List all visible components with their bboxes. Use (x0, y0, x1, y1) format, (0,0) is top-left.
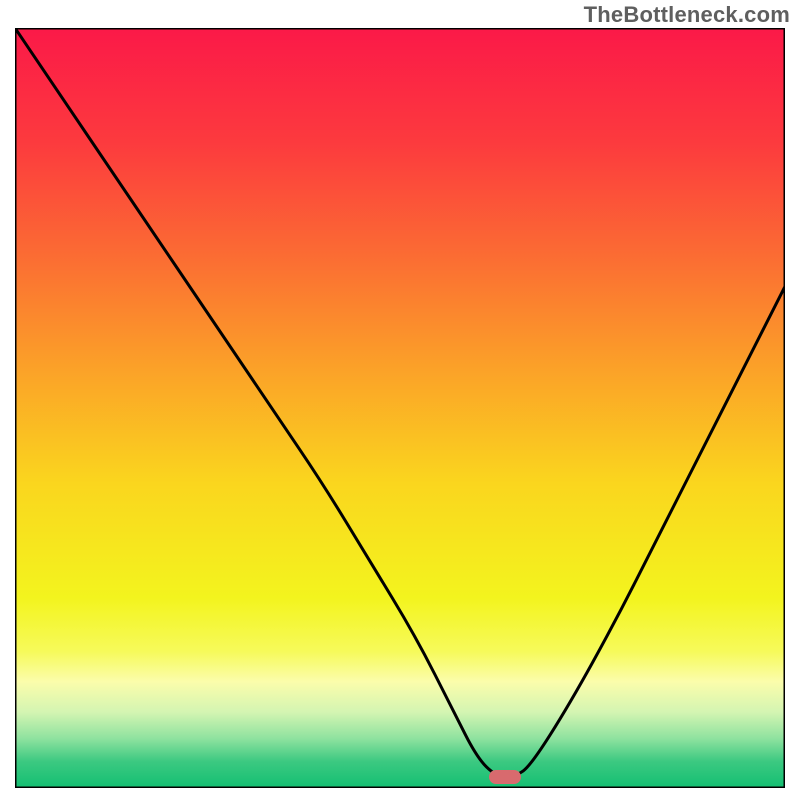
bottleneck-chart: TheBottleneck.com (0, 0, 800, 800)
gradient-background (15, 28, 785, 788)
watermark-text: TheBottleneck.com (584, 2, 790, 28)
optimum-marker (489, 770, 521, 784)
plot-svg (15, 28, 785, 788)
plot-frame (15, 28, 785, 788)
